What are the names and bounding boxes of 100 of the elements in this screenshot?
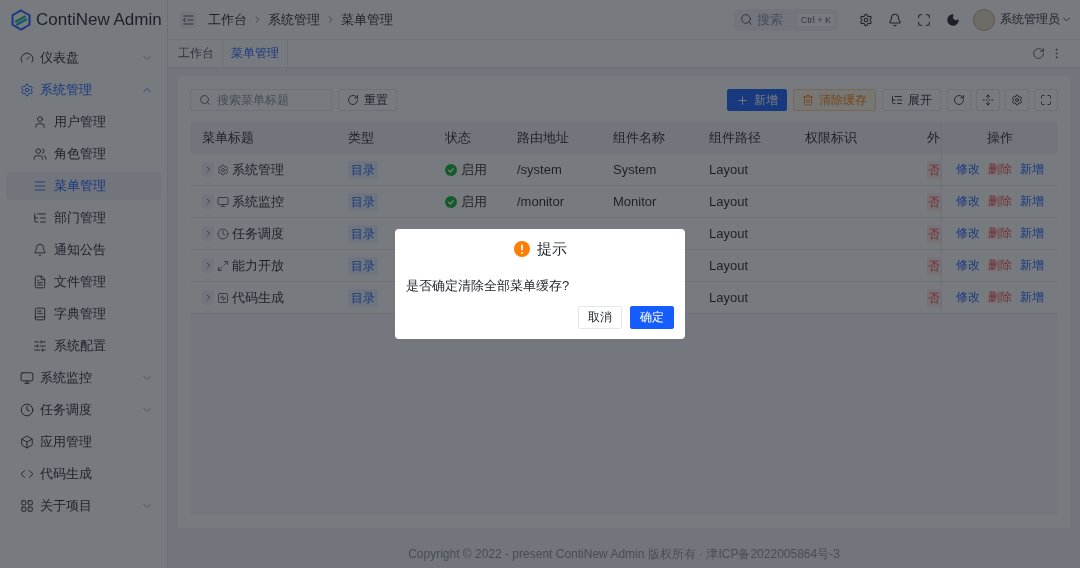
column-header: 权限标识 [804,129,858,147]
expand-all-button[interactable]: 展开 [882,89,941,111]
action-link[interactable]: 修改 [956,289,980,306]
type-tag: 目录 [348,288,378,307]
type-tag: 目录 [348,224,378,243]
menu-title: 任务调度 [232,224,284,243]
menu-item[interactable]: 字典管理 [6,300,161,328]
type-tag: 目录 [348,192,378,211]
component-path-text: Layout [709,194,749,209]
action-link[interactable]: 新增 [1020,225,1044,242]
menu-item[interactable]: 代码生成 [6,460,161,488]
dialog-title: 提示 [536,239,567,259]
breadcrumb-item: 菜单管理 [341,10,393,29]
refresh-icon [347,94,359,106]
fullscreen-icon [1040,94,1052,106]
menu-item[interactable]: 部门管理 [6,204,161,232]
fullscreen-button[interactable] [1034,89,1058,111]
grid-icon [20,499,34,513]
column-header: 组件路径 [708,129,762,147]
bell-icon[interactable] [888,12,902,27]
monitor-icon [217,195,229,208]
refresh-icon[interactable] [1032,47,1045,60]
book-icon [33,307,47,321]
user-icon [33,115,47,129]
menu-item[interactable]: 仪表盘 [6,44,161,72]
sliders-icon [33,339,47,353]
shortcut-badge: Ctrl + K [797,13,834,26]
breadcrumb-item[interactable]: 系统管理 [268,10,320,29]
delete-link[interactable]: 删除 [988,289,1012,306]
settings-icon[interactable] [859,12,873,27]
gauge-icon [20,51,34,65]
moon-icon[interactable] [946,12,960,27]
fullscreen-icon[interactable] [917,12,931,27]
route-text: /system [517,162,562,177]
search-icon [740,13,753,26]
component-path-text: Layout [709,290,749,305]
action-link[interactable]: 新增 [1020,161,1044,178]
menu-title: 系统管理 [232,160,284,179]
trash-icon [802,94,814,106]
type-tag: 目录 [348,256,378,275]
route-text: /monitor [517,194,564,209]
menu-item[interactable]: 系统管理 [6,76,161,104]
menu-item[interactable]: 通知公告 [6,236,161,264]
status-icon [445,195,457,208]
menu-item[interactable]: 任务调度 [6,396,161,424]
activity-square-icon [217,291,229,304]
external-tag: 否 [927,160,941,179]
action-link[interactable]: 修改 [956,193,980,210]
settings-button[interactable] [1005,89,1029,111]
menu-item[interactable]: 关于项目 [6,492,161,520]
delete-link[interactable]: 删除 [988,161,1012,178]
vertical-arrows-icon [982,94,994,106]
action-link[interactable]: 修改 [956,161,980,178]
settings-icon [217,163,229,176]
list-tree-icon [33,211,47,225]
column-header: 菜单标题 [201,129,255,147]
menu-item[interactable]: 用户管理 [6,108,161,136]
column-header: 外 [926,129,941,147]
delete-link[interactable]: 删除 [988,225,1012,242]
menu-title: 系统监控 [232,192,284,211]
menu-item[interactable]: 系统监控 [6,364,161,392]
clock-icon [20,403,34,417]
avatar-icon[interactable] [973,8,995,31]
action-link[interactable]: 新增 [1020,193,1044,210]
bell-icon [33,243,47,257]
cube-icon [20,435,34,449]
action-link[interactable]: 新增 [1020,257,1044,274]
collapse-button[interactable] [180,11,196,28]
clock-icon [217,227,229,240]
status-text: 启用 [461,160,487,179]
expand-arrows-icon [217,259,229,272]
column-header: 类型 [347,129,375,147]
menu-item[interactable]: 角色管理 [6,140,161,168]
row-height-button[interactable] [976,89,1000,111]
external-tag: 否 [927,192,941,211]
delete-link[interactable]: 删除 [988,193,1012,210]
reset-button[interactable]: 重置 [338,89,397,111]
add-button[interactable]: 新增 [727,89,787,111]
list-tree-icon [891,94,903,106]
action-link[interactable]: 修改 [956,225,980,242]
cancel-button[interactable]: 取消 [578,306,622,329]
confirm-button[interactable]: 确定 [630,306,674,329]
refresh-button[interactable] [947,89,971,111]
column-header: 状态 [444,129,472,147]
settings-icon [1011,94,1023,106]
menu-item[interactable]: 文件管理 [6,268,161,296]
user-menu-button[interactable]: 系统管理员 [1000,11,1072,28]
clear-cache-button[interactable]: 清除缓存 [793,89,876,111]
menu-item[interactable]: 系统配置 [6,332,161,360]
menu-item[interactable]: 应用管理 [6,428,161,456]
breadcrumb-item[interactable]: 工作台 [208,10,247,29]
delete-link[interactable]: 删除 [988,257,1012,274]
collapse-icon [182,14,194,25]
component-path-text: Layout [709,258,749,273]
monitor-icon [20,371,34,385]
refresh-icon [953,94,965,106]
menu-item[interactable]: 菜单管理 [6,172,161,200]
action-link[interactable]: 新增 [1020,289,1044,306]
action-link[interactable]: 修改 [956,257,980,274]
component-path-text: Layout [709,162,749,177]
